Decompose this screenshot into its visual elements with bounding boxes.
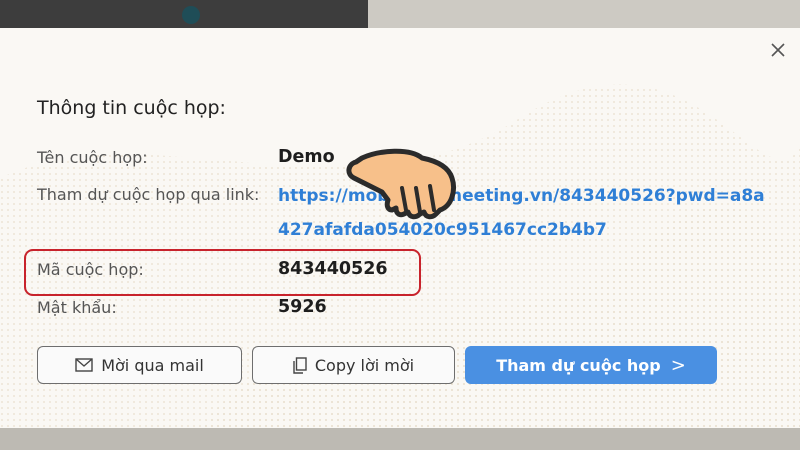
meeting-id-label: Mã cuộc họp: [37,260,144,279]
dialog-title: Thông tin cuộc họp: [37,97,226,119]
join-meeting-button[interactable]: Tham dự cuộc họp > [465,346,717,384]
meeting-name-label: Tên cuộc họp: [37,148,148,167]
chevron-right-icon: > [670,354,686,376]
close-icon-glyph [771,43,785,57]
copy-invitation-label: Copy lời mời [314,355,415,375]
pointing-hand-icon [346,148,456,220]
password-value: 5926 [278,297,327,317]
close-icon[interactable] [764,38,792,66]
background-avatar-dot [182,6,200,24]
invite-by-mail-button[interactable]: Mời qua mail [37,346,242,384]
mail-icon [75,358,93,372]
meeting-id-value: 843440526 [278,259,388,279]
copy-icon [293,356,307,374]
background-bottom-strip [0,428,800,450]
password-label: Mật khẩu: [37,298,117,317]
meeting-name-value: Demo [278,147,335,167]
invite-by-mail-label: Mời qua mail [101,355,204,375]
copy-invitation-button[interactable]: Copy lời mời [252,346,455,384]
meeting-link-label: Tham dự cuộc họp qua link: [37,185,260,204]
join-meeting-label: Tham dự cuộc họp [496,355,661,375]
